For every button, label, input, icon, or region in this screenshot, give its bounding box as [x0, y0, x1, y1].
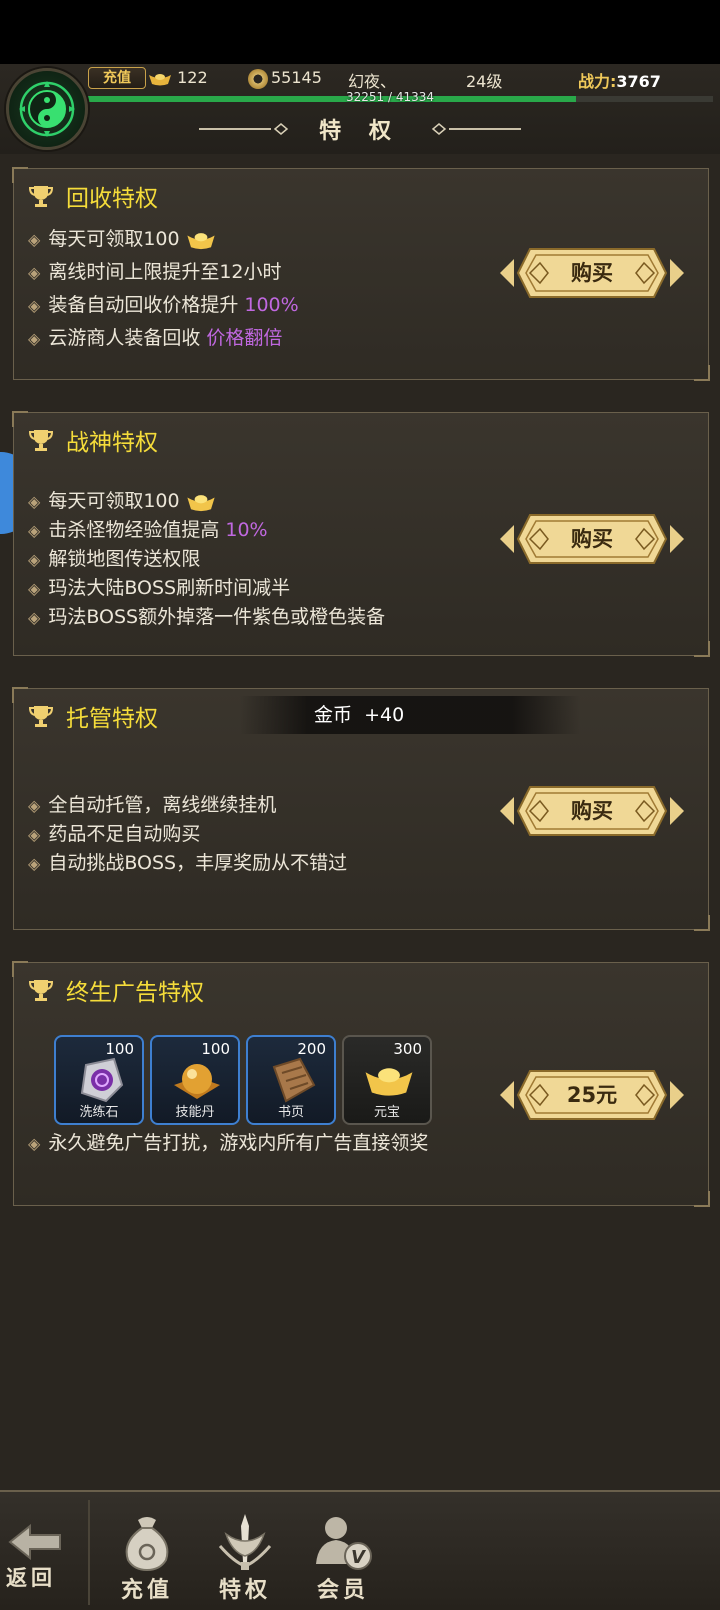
- avatar[interactable]: [6, 68, 88, 150]
- perk-list: ◈ 每天可领取100 ◈ 击杀怪物经验值提高 10% ◈ 解锁地图传送权限 ◈ 玛法大陆…: [28, 487, 385, 632]
- exp-text: 32251 / 41334: [345, 90, 435, 104]
- ingot-counter: 122: [148, 68, 208, 87]
- member-v-icon: V: [316, 1517, 372, 1570]
- nav-divider: [88, 1500, 90, 1605]
- panel-war-god-privilege: 战神特权 ◈ 每天可领取100 ◈ 击杀怪物经验值提高 10% ◈ 解锁地图传送权限 …: [12, 411, 710, 657]
- sword-emblem-icon: [218, 1514, 272, 1570]
- reward-slot[interactable]: 100 技能丹: [150, 1035, 240, 1125]
- buy-button[interactable]: 购买: [500, 511, 684, 567]
- list-item: ◈ 每天可领取100: [28, 487, 385, 516]
- ingot-icon: [186, 492, 216, 512]
- combat-power: 战力:3767: [578, 72, 661, 91]
- list-item: ◈ 玛法BOSS额外掉落一件紫色或橙色装备: [28, 606, 386, 628]
- list-item: ◈ 永久避免广告打扰，游戏内所有广告直接领奖: [28, 1132, 429, 1154]
- yin-yang-icon: [19, 81, 75, 137]
- reward-slot[interactable]: 200 书页: [246, 1035, 336, 1125]
- coin-icon: [248, 68, 268, 89]
- buy-button[interactable]: 购买: [500, 783, 684, 839]
- list-item: ◈ 药品不足自动购买: [28, 823, 201, 845]
- ingot-icon: [186, 230, 216, 250]
- list-item: ◈ 装备自动回收价格提升 100%: [28, 294, 299, 316]
- reward-toast: 金币 +40: [240, 696, 580, 734]
- ingot-icon: [149, 73, 171, 85]
- svg-text:V: V: [351, 1547, 367, 1568]
- resource-bar: 充值 122 55145 幻夜、 24级 战力:3767: [88, 66, 714, 92]
- back-button[interactable]: 返回: [0, 1492, 90, 1610]
- trophy-icon: [28, 183, 54, 209]
- status-bar: [0, 0, 720, 64]
- tab-recharge[interactable]: 充值: [102, 1492, 192, 1610]
- buy-button[interactable]: 购买: [500, 245, 684, 301]
- trophy-icon: [28, 703, 54, 729]
- list-item: ◈ 解锁地图传送权限: [28, 548, 201, 570]
- list-item: ◈ 全自动托管，离线继续挂机: [28, 794, 277, 816]
- panel-recycle-privilege: 回收特权 ◈ 每天可领取100 ◈ 离线时间上限提升至12小时 ◈ 装备自动回收价格提…: [12, 167, 710, 381]
- player-name: 幻夜、: [348, 72, 397, 91]
- list-item: ◈ 云游商人装备回收 价格翻倍: [28, 327, 283, 349]
- purple-stone-icon: [80, 1057, 124, 1103]
- page-title: 特 权: [319, 118, 401, 144]
- list-item: ◈ 离线时间上限提升至12小时: [28, 261, 282, 283]
- tab-privilege[interactable]: 特权: [200, 1492, 290, 1610]
- panel-title: 战神特权: [28, 425, 158, 456]
- perk-list: ◈ 全自动托管，离线继续挂机 ◈ 药品不足自动购买 ◈ 自动挑战BOSS，丰厚奖励从不…: [28, 791, 347, 878]
- list-item: ◈ 玛法大陆BOSS刷新时间减半: [28, 577, 291, 599]
- title-ornament-left: [199, 123, 289, 135]
- player-level: 24级: [466, 72, 503, 91]
- money-bag-icon: [125, 1517, 169, 1572]
- book-page-icon: [272, 1057, 316, 1103]
- list-item: ◈ 每天可领取100: [28, 223, 299, 256]
- reward-slots: 100 洗练石 100 技能丹 200 书页 300 元宝: [54, 1035, 432, 1125]
- recharge-tag-button[interactable]: 充值: [88, 67, 146, 89]
- perk-list: ◈ 每天可领取100 ◈ 离线时间上限提升至12小时 ◈ 装备自动回收价格提升 100…: [28, 223, 299, 355]
- skill-pill-icon: [174, 1064, 220, 1099]
- ingot-icon: [364, 1055, 414, 1105]
- panel-lifetime-ad-privilege: 终生广告特权 100 洗练石 100 技能丹 200 书页 300 元宝 ◈ 永…: [12, 961, 710, 1207]
- coin-counter: 55145: [248, 68, 322, 89]
- price-button[interactable]: 25元: [500, 1067, 684, 1123]
- page-title-bar: 特 权: [190, 112, 530, 146]
- list-item: ◈ 自动挑战BOSS，丰厚奖励从不错过: [28, 852, 348, 874]
- perk-list: ◈ 永久避免广告打扰，游戏内所有广告直接领奖: [28, 1127, 428, 1160]
- tab-member[interactable]: V 会员: [298, 1492, 388, 1610]
- panel-title: 托管特权: [28, 701, 158, 732]
- panel-title: 回收特权: [28, 181, 158, 212]
- trophy-icon: [28, 427, 54, 453]
- panel-title: 终生广告特权: [28, 975, 204, 1006]
- reward-slot[interactable]: 300 元宝: [342, 1035, 432, 1125]
- title-ornament-right: [431, 123, 521, 135]
- bottom-nav: 返回 充值 特权 V 会员: [0, 1492, 720, 1610]
- reward-slot[interactable]: 100 洗练石: [54, 1035, 144, 1125]
- trophy-icon: [28, 977, 54, 1003]
- list-item: ◈ 击杀怪物经验值提高 10%: [28, 519, 268, 541]
- back-arrow-icon: [8, 1523, 61, 1561]
